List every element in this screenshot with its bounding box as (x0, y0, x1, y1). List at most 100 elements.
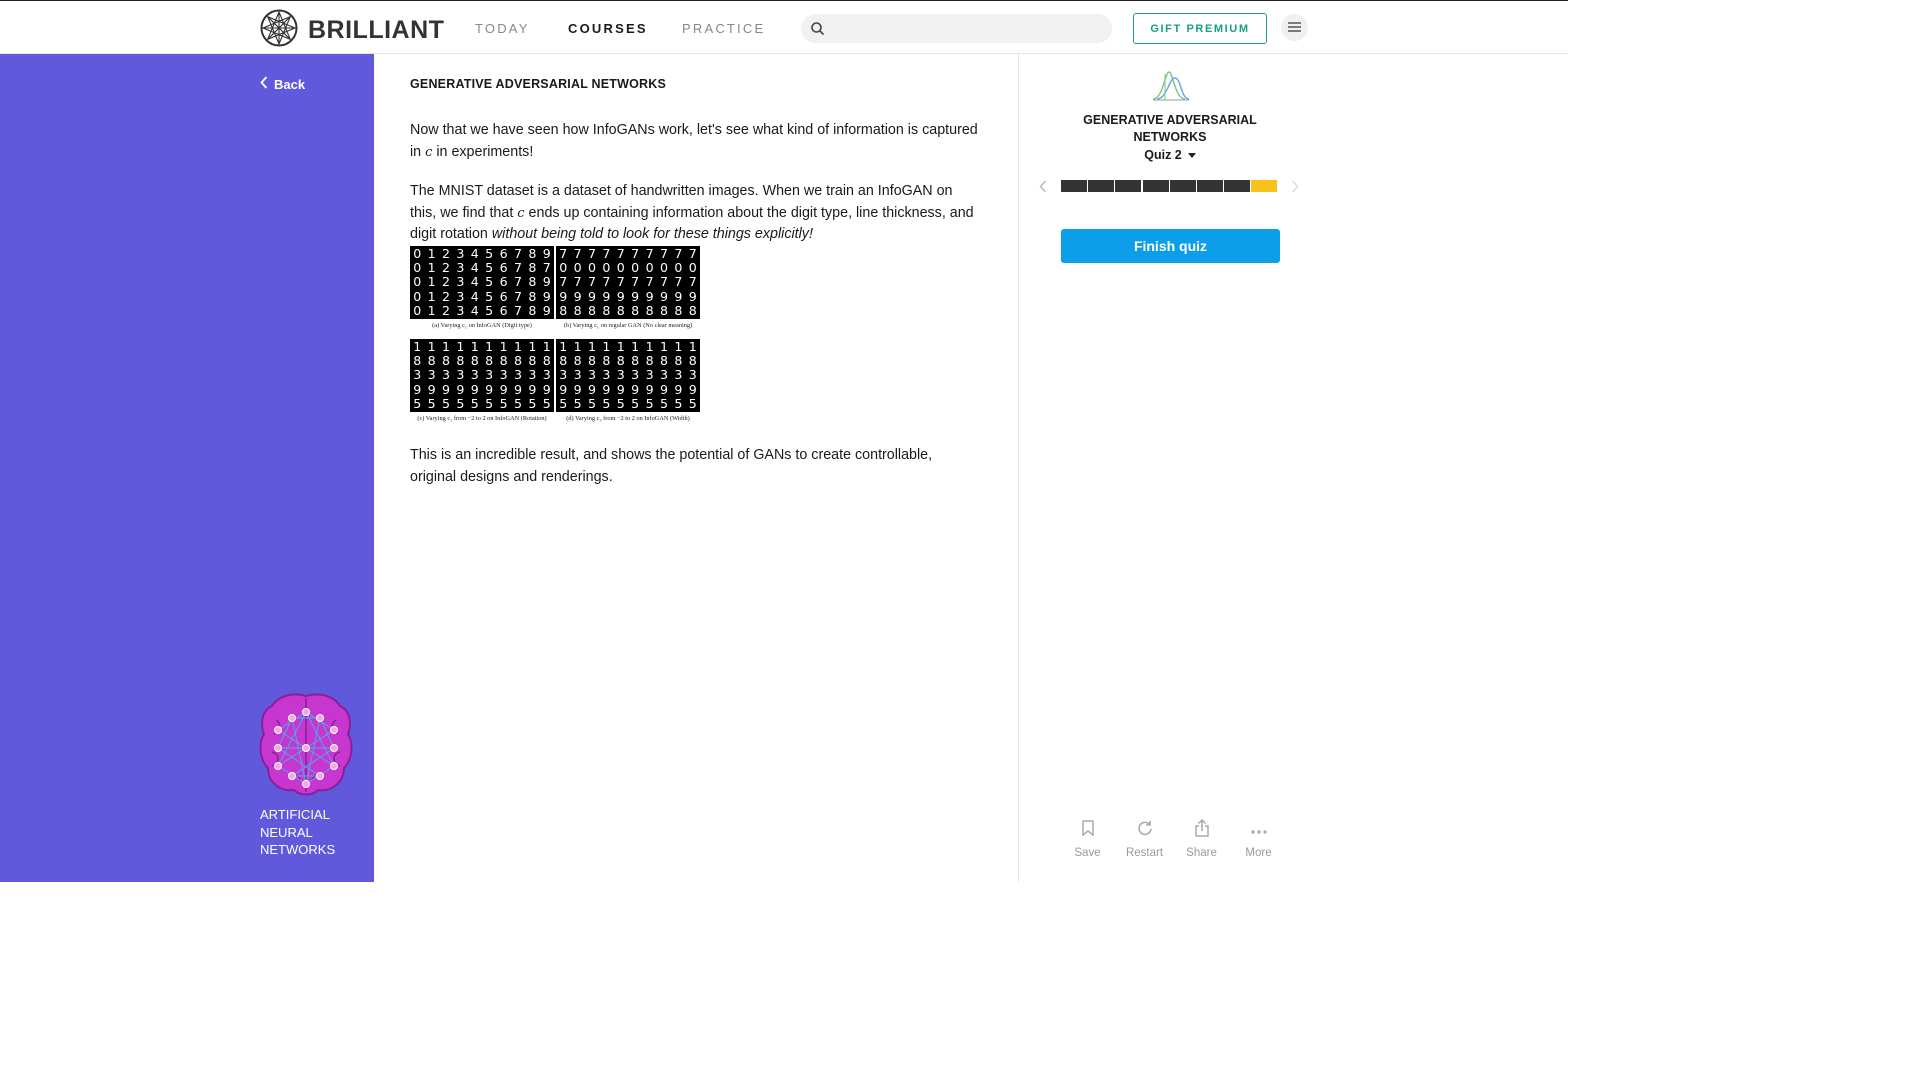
progress-segment[interactable] (1142, 180, 1169, 192)
digit-cell: 9 (631, 288, 640, 304)
digit-cell: 8 (528, 353, 537, 369)
finish-quiz-button[interactable]: Finish quiz (1061, 229, 1280, 263)
more-dots-icon (1250, 821, 1267, 839)
nav-practice[interactable]: PRACTICE (682, 21, 765, 36)
lesson-content: GENERATIVE ADVERSARIAL NETWORKS Now that… (374, 54, 1018, 882)
digit-cell: 9 (688, 288, 697, 304)
digit-cell: 1 (427, 274, 436, 290)
share-button[interactable]: Share (1173, 818, 1230, 859)
para1-text-end: in experiments! (432, 143, 534, 160)
digit-cell: 1 (499, 339, 508, 355)
digit-cell: 8 (542, 353, 551, 369)
progress-segment[interactable] (1088, 180, 1115, 192)
digit-cell: 9 (413, 381, 422, 397)
digit-cell: 9 (441, 381, 450, 397)
digit-cell: 1 (470, 339, 479, 355)
digit-cell: 9 (645, 381, 654, 397)
digit-cell: 5 (427, 395, 436, 411)
digit-cell: 3 (616, 367, 625, 383)
course-title[interactable]: ARTIFICIAL NEURAL NETWORKS (260, 806, 370, 859)
more-button[interactable]: More (1230, 818, 1287, 859)
digit-grid: 1111111111888888888833333333339999999999… (410, 339, 554, 413)
digit-cell: 7 (587, 246, 596, 261)
digit-cell: 2 (441, 260, 450, 276)
chevron-left-icon (260, 76, 274, 92)
digit-cell: 0 (587, 260, 596, 276)
digit-cell: 8 (573, 302, 582, 318)
search-icon (811, 22, 824, 40)
digit-cell: 3 (587, 367, 596, 383)
digit-cell: 3 (688, 367, 697, 383)
digit-cell: 0 (413, 274, 422, 290)
digit-cell: 8 (559, 353, 568, 369)
brain-network-icon (258, 693, 354, 804)
course-illustration[interactable] (258, 690, 354, 805)
quiz-label: Quiz 2 (1144, 148, 1182, 162)
progress-segment[interactable] (1061, 180, 1087, 192)
digit-cell: 3 (427, 367, 436, 383)
digit-cell: 2 (441, 246, 450, 261)
restart-button[interactable]: Restart (1116, 818, 1173, 859)
progress-segment[interactable] (1169, 180, 1196, 192)
digit-cell: 2 (441, 288, 450, 304)
digit-cell: 3 (645, 367, 654, 383)
digit-cell: 4 (470, 288, 479, 304)
chevron-right-icon[interactable] (1291, 180, 1299, 198)
figure-panel-b: 7777777777000000000077777777779999999999… (556, 246, 700, 333)
digit-cell: 7 (674, 246, 683, 261)
digit-cell: 7 (573, 274, 582, 290)
digit-cell: 5 (602, 395, 611, 411)
digit-cell: 3 (559, 367, 568, 383)
restart-icon (1137, 820, 1153, 841)
digit-cell: 9 (602, 288, 611, 304)
quiz-selector[interactable]: Quiz 2 (1019, 148, 1321, 162)
menu-button[interactable] (1281, 14, 1308, 41)
progress-segment[interactable] (1196, 180, 1223, 192)
brilliant-logo[interactable]: BRILLIANT (260, 9, 444, 52)
chevron-left-icon[interactable] (1039, 180, 1047, 198)
digit-cell: 9 (528, 381, 537, 397)
digit-cell: 3 (499, 367, 508, 383)
digit-cell: 7 (659, 274, 668, 290)
save-button[interactable]: Save (1059, 818, 1116, 859)
digit-cell: 1 (674, 339, 683, 355)
digit-cell: 6 (499, 246, 508, 261)
progress-segment[interactable] (1224, 180, 1251, 192)
digit-cell: 9 (542, 288, 551, 304)
share-label: Share (1186, 847, 1217, 859)
digit-cell: 3 (542, 367, 551, 383)
digit-cell: 7 (587, 274, 596, 290)
search-input[interactable] (831, 14, 1101, 43)
digit-cell: 3 (602, 367, 611, 383)
digit-cell: 8 (659, 302, 668, 318)
digit-cell: 0 (631, 260, 640, 276)
digit-cell: 5 (559, 395, 568, 411)
progress-segment[interactable] (1115, 180, 1142, 192)
digit-cell: 5 (528, 395, 537, 411)
digit-cell: 5 (485, 260, 494, 276)
digit-cell: 9 (587, 381, 596, 397)
chapter-title: GENERATIVE ADVERSARIAL NETWORKS (1083, 113, 1257, 144)
digit-cell: 9 (542, 246, 551, 261)
digit-cell: 5 (413, 395, 422, 411)
digit-cell: 8 (688, 302, 697, 318)
digit-cell: 9 (542, 381, 551, 397)
digit-cell: 1 (427, 260, 436, 276)
digit-cell: 9 (456, 381, 465, 397)
digit-cell: 5 (645, 395, 654, 411)
digit-cell: 8 (470, 353, 479, 369)
digit-cell: 1 (688, 339, 697, 355)
nav-courses[interactable]: COURSES (568, 21, 648, 36)
digit-cell: 8 (528, 288, 537, 304)
gift-premium-button[interactable]: GIFT PREMIUM (1133, 13, 1267, 44)
back-link[interactable]: Back (260, 76, 305, 92)
digit-cell: 1 (587, 339, 596, 355)
digit-cell: 8 (659, 353, 668, 369)
search-bar[interactable] (801, 14, 1112, 43)
digit-cell: 9 (616, 288, 625, 304)
digit-cell: 7 (513, 274, 522, 290)
digit-cell: 8 (513, 353, 522, 369)
progress-segment-current[interactable] (1251, 180, 1278, 192)
quiz-actions: Save Restart Share More (1059, 818, 1287, 859)
nav-today[interactable]: TODAY (475, 21, 530, 36)
